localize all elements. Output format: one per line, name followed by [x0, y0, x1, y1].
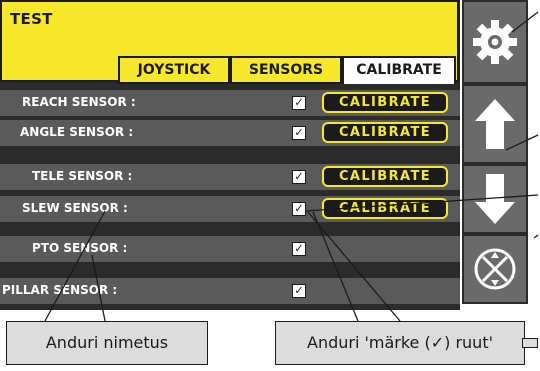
calibrate-button[interactable]: CALIBRATE — [322, 122, 448, 143]
sensor-row-pillar: PILLAR SENSOR : ✓ — [0, 278, 460, 304]
checkbox-callout: Anduri 'märke (✓) ruut' — [275, 321, 525, 365]
sensor-checkbox[interactable]: ✓ — [292, 284, 306, 298]
sensor-checkbox[interactable]: ✓ — [292, 96, 306, 110]
sensor-name: PILLAR SENSOR : — [2, 283, 118, 297]
arrow-up-icon — [475, 99, 515, 149]
callout-pointer-tab — [522, 338, 538, 348]
tab-calibrate[interactable]: CALIBRATE — [342, 56, 456, 84]
sensor-name: TELE SENSOR : — [32, 169, 133, 183]
exit-button[interactable] — [462, 234, 528, 304]
scroll-up-button[interactable] — [462, 84, 528, 164]
sensor-name: ANGLE SENSOR : — [20, 125, 134, 139]
sensor-checkbox[interactable]: ✓ — [292, 242, 306, 256]
calibrate-button[interactable]: CALIBRATE — [322, 198, 448, 219]
sensor-name-callout: Anduri nimetus — [6, 321, 208, 365]
tab-sensors[interactable]: SENSORS — [230, 56, 342, 84]
sensor-name: REACH SENSOR : — [22, 95, 136, 109]
sensor-row-reach: REACH SENSOR : ✓ CALIBRATE — [0, 90, 460, 116]
page-title: TEST — [10, 10, 53, 28]
sensor-row-slew: SLEW SENSOR : ✓ CALIBRATE — [0, 196, 460, 222]
sensor-row-tele: TELE SENSOR : ✓ CALIBRATE — [0, 164, 460, 190]
sensor-row-angle: ANGLE SENSOR : ✓ CALIBRATE — [0, 120, 460, 146]
tab-joystick[interactable]: JOYSTICK — [118, 56, 230, 84]
sensor-checkbox[interactable]: ✓ — [292, 170, 306, 184]
gear-icon — [473, 20, 517, 64]
sensor-checkbox[interactable]: ✓ — [292, 202, 306, 216]
calibrate-button[interactable]: CALIBRATE — [322, 92, 448, 113]
sensor-checkbox[interactable]: ✓ — [292, 126, 306, 140]
scroll-down-button[interactable] — [462, 164, 528, 234]
arrow-down-icon — [475, 174, 515, 224]
calibration-screen: TEST JOYSTICK SENSORS CALIBRATE REACH SE… — [0, 0, 460, 310]
sensor-row-pto: PTO SENSOR : ✓ — [0, 236, 460, 262]
exit-circle-icon — [474, 248, 516, 290]
sensor-name: SLEW SENSOR : — [22, 201, 128, 215]
sensor-name: PTO SENSOR : — [32, 241, 128, 255]
calibrate-button[interactable]: CALIBRATE — [322, 166, 448, 187]
settings-button[interactable] — [462, 0, 528, 84]
